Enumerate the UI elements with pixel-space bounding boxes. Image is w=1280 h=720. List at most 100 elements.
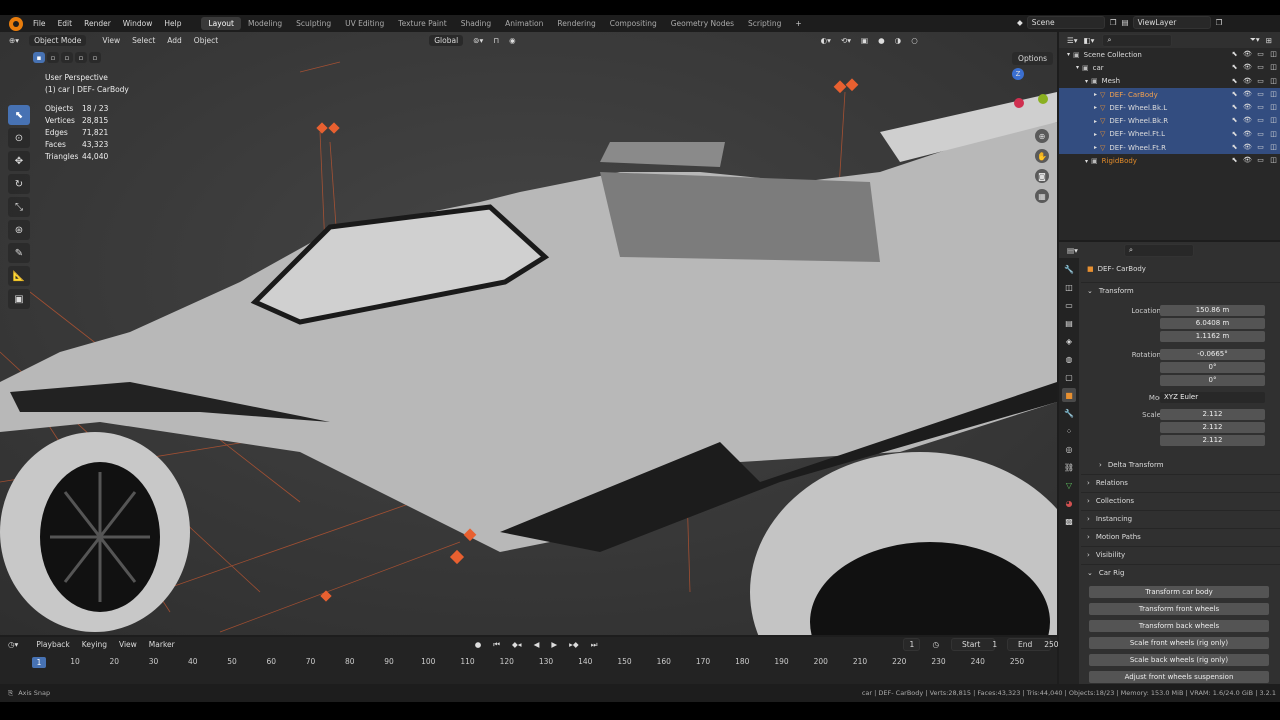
timeline-menu-keying[interactable]: Keying (82, 640, 107, 649)
select-subtract-icon[interactable]: ▫ (61, 52, 73, 63)
ortho-grid-icon[interactable]: ▦ (1035, 189, 1049, 203)
render-toggle-icon[interactable]: ◫ (1269, 90, 1278, 99)
rotation-y-field[interactable]: 0° (1160, 362, 1265, 373)
shading-rendered-icon[interactable]: ○ (911, 36, 918, 45)
axis-y-icon[interactable] (1038, 94, 1048, 104)
section-visibility[interactable]: › Visibility (1081, 546, 1280, 563)
menu-file[interactable]: File (33, 19, 46, 28)
overlay-toggle-icon[interactable]: ◐▾ (821, 36, 831, 45)
select-toggle-icon[interactable]: ⬉ (1230, 116, 1239, 125)
modifier-tab-icon[interactable]: 🔧 (1062, 406, 1076, 420)
scale-icon[interactable]: ⤡ (8, 197, 30, 217)
visibility-eye-icon[interactable]: 👁 (1243, 90, 1252, 99)
expand-arrow-icon[interactable]: ▾ (1085, 158, 1088, 165)
jump-start-icon[interactable]: ⏮ (493, 640, 500, 650)
outliner-row[interactable]: ▸ ▽ DEF- Wheel.Bk.R ⬉ 👁 ▭ ◫ (1059, 114, 1280, 128)
location-y-field[interactable]: 6.0408 m (1160, 318, 1265, 329)
display-mode-icon[interactable]: ◧▾ (1084, 36, 1095, 45)
select-toggle-icon[interactable]: ⬉ (1230, 103, 1239, 112)
new-collection-icon[interactable]: ⊞ (1266, 36, 1272, 45)
select-extend-icon[interactable]: ▫ (47, 52, 59, 63)
texture-tab-icon[interactable]: ▩ (1062, 514, 1076, 528)
outliner-row[interactable]: ▾ ▣ Mesh ⬉ 👁 ▭ ◫ (1059, 75, 1280, 88)
play-icon[interactable]: ▶ (551, 640, 557, 649)
rotation-z-field[interactable]: 0° (1160, 375, 1265, 386)
expand-arrow-icon[interactable]: ▾ (1085, 78, 1088, 85)
viewlayer-field[interactable]: ViewLayer (1132, 16, 1211, 29)
outliner-row[interactable]: ▾ ▣ car ⬉ 👁 ▭ ◫ (1059, 61, 1280, 74)
collection-tab-icon[interactable]: ▢ (1062, 370, 1076, 384)
section-relations[interactable]: › Relations (1081, 474, 1280, 491)
camera-view-icon[interactable]: ◙ (1035, 169, 1049, 183)
section-motion-paths[interactable]: › Motion Paths (1081, 528, 1280, 545)
render-toggle-icon[interactable]: ◫ (1269, 103, 1278, 112)
transform-icon[interactable]: ⊛ (8, 220, 30, 240)
select-new-icon[interactable]: ▪ (33, 52, 45, 63)
render-toggle-icon[interactable]: ◫ (1269, 116, 1278, 125)
prev-key-icon[interactable]: ◆◂ (512, 640, 522, 649)
blender-logo-icon[interactable] (9, 16, 23, 31)
visibility-eye-icon[interactable]: 👁 (1243, 63, 1252, 72)
select-box-icon[interactable]: ⬉ (8, 105, 30, 125)
location-z-field[interactable]: 1.1162 m (1160, 331, 1265, 342)
scale-x-field[interactable]: 2.112 (1160, 409, 1265, 420)
properties-editor-icon[interactable]: ▤▾ (1067, 246, 1078, 255)
select-toggle-icon[interactable]: ⬉ (1230, 143, 1239, 152)
select-toggle-icon[interactable]: ⬉ (1230, 77, 1239, 86)
axis-z-icon[interactable]: Z (1012, 68, 1024, 80)
shading-material-icon[interactable]: ◑ (895, 36, 902, 45)
expand-arrow-icon[interactable]: ▸ (1094, 144, 1097, 151)
outliner-row[interactable]: ▸ ▽ DEF- Wheel.Ft.L ⬉ 👁 ▭ ◫ (1059, 127, 1280, 142)
material-tab-icon[interactable]: ◕ (1062, 496, 1076, 510)
viewport-toggle-icon[interactable]: ▭ (1256, 130, 1265, 139)
viewport-toggle-icon[interactable]: ▭ (1256, 77, 1265, 86)
measure-icon[interactable]: 📐 (8, 266, 30, 286)
section-delta-transform[interactable]: › Delta Transform (1081, 456, 1280, 473)
workspace-tab-rendering[interactable]: Rendering (550, 17, 602, 30)
visibility-eye-icon[interactable]: 👁 (1243, 143, 1252, 152)
workspace-tab-uv-editing[interactable]: UV Editing (338, 17, 391, 30)
workspace-tab--[interactable]: + (788, 17, 808, 30)
outliner-search[interactable]: ⌕ (1102, 33, 1173, 47)
scale-y-field[interactable]: 2.112 (1160, 422, 1265, 433)
world-tab-icon[interactable]: ◍ (1062, 352, 1076, 366)
filter-icon[interactable]: ⏷▾ (1250, 35, 1260, 45)
orientation-dropdown[interactable]: Global (429, 35, 464, 46)
outliner-row[interactable]: ▾ ▣ Scene Collection ⬉ 👁 ▭ ◫ (1059, 48, 1280, 61)
expand-arrow-icon[interactable]: ▾ (1076, 64, 1079, 71)
workspace-tab-geometry-nodes[interactable]: Geometry Nodes (664, 17, 741, 30)
rig-button[interactable]: Transform back wheels (1089, 620, 1269, 632)
visibility-eye-icon[interactable]: 👁 (1243, 77, 1252, 86)
outliner-row[interactable]: ▸ ▽ DEF- Wheel.Bk.L ⬉ 👁 ▭ ◫ (1059, 101, 1280, 115)
gizmo-toggle-icon[interactable]: ⟲▾ (841, 36, 851, 45)
playhead[interactable]: 1 (32, 657, 46, 668)
workspace-tab-compositing[interactable]: Compositing (603, 17, 664, 30)
expand-arrow-icon[interactable]: ▸ (1094, 118, 1097, 125)
start-frame-field[interactable]: Start 1 (951, 638, 997, 651)
viewport-menu-view[interactable]: View (102, 36, 120, 45)
expand-arrow-icon[interactable]: ▾ (1067, 51, 1070, 58)
viewport-toggle-icon[interactable]: ▭ (1256, 116, 1265, 125)
annotate-icon[interactable]: ✎ (8, 243, 30, 263)
menu-render[interactable]: Render (84, 19, 111, 28)
expand-arrow-icon[interactable]: ▸ (1094, 91, 1097, 98)
view-layer-tab-icon[interactable]: ▤ (1062, 316, 1076, 330)
move-icon[interactable]: ✥ (8, 151, 30, 171)
timeline-menu-marker[interactable]: Marker (149, 640, 175, 649)
expand-arrow-icon[interactable]: ▸ (1094, 104, 1097, 111)
rig-button[interactable]: Adjust front wheels suspension (1089, 671, 1269, 683)
jump-end-icon[interactable]: ⏭ (591, 640, 598, 650)
workspace-tab-shading[interactable]: Shading (454, 17, 498, 30)
editor-type-icon[interactable]: ⊕▾ (9, 36, 19, 45)
object-name[interactable]: DEF- CarBody (1098, 265, 1146, 273)
workspace-tab-animation[interactable]: Animation (498, 17, 550, 30)
xray-icon[interactable]: ▣ (861, 36, 868, 45)
tool-tab-icon[interactable]: 🔧 (1062, 262, 1076, 276)
select-toggle-icon[interactable]: ⬉ (1230, 63, 1239, 72)
play-reverse-icon[interactable]: ◀ (534, 640, 540, 649)
snap-icon[interactable]: ⊓ (493, 36, 499, 45)
scene-field[interactable]: Scene (1026, 16, 1105, 29)
workspace-tab-layout[interactable]: Layout (201, 17, 241, 30)
expand-arrow-icon[interactable]: ▸ (1094, 131, 1097, 138)
rig-button[interactable]: Scale front wheels (rig only) (1089, 637, 1269, 649)
